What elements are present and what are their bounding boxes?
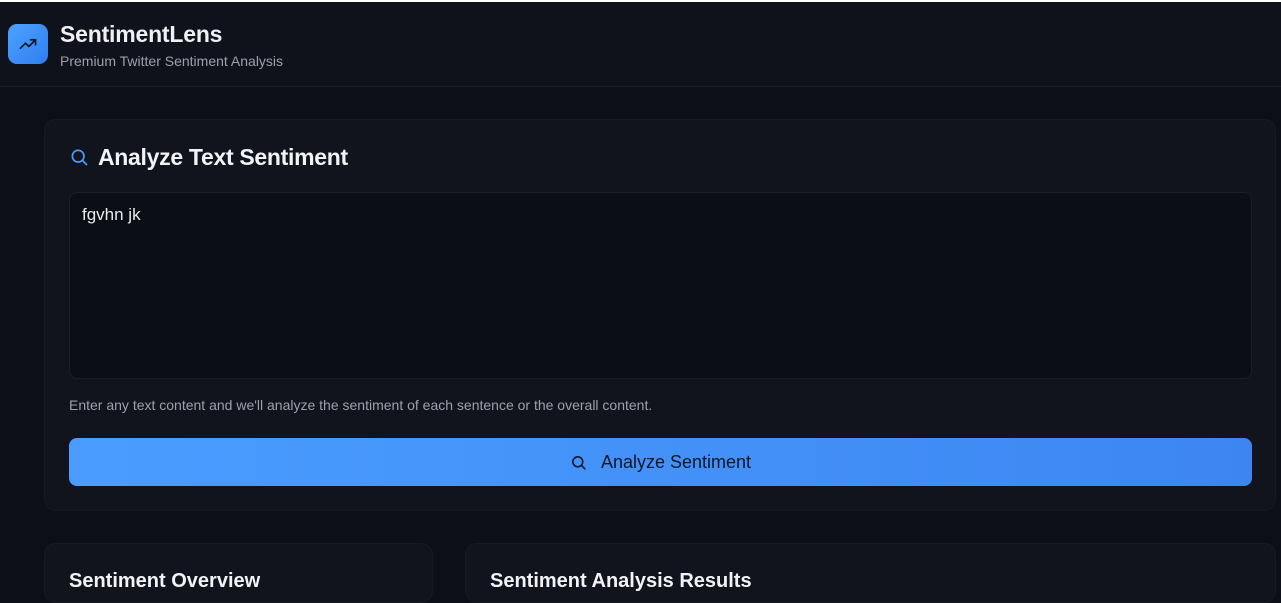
analyze-card-title: Analyze Text Sentiment: [98, 143, 348, 170]
analyze-card-header: Analyze Text Sentiment: [69, 144, 348, 170]
analyze-card: Analyze Text Sentiment Enter any text co…: [44, 119, 1276, 511]
analyze-button-label: Analyze Sentiment: [600, 451, 752, 472]
sentiment-overview-card: Sentiment Overview: [44, 543, 433, 603]
search-icon: [572, 455, 586, 470]
app-subtitle: Premium Twitter Sentiment Analysis: [60, 53, 284, 69]
search-icon: [71, 149, 88, 166]
sentiment-results-card: Sentiment Analysis Results: [465, 543, 1276, 603]
app-header: SentimentLens Premium Twitter Sentiment …: [0, 2, 1281, 87]
analyze-sentiment-button[interactable]: Analyze Sentiment: [69, 438, 1252, 486]
sentiment-text-input[interactable]: [69, 192, 1252, 379]
input-helper-text: Enter any text content and we'll analyze…: [69, 397, 653, 413]
app-title: SentimentLens: [60, 21, 223, 47]
trending-up-icon: [19, 39, 37, 50]
sentiment-results-title: Sentiment Analysis Results: [490, 570, 752, 592]
sentiment-overview-title: Sentiment Overview: [69, 570, 261, 592]
app-logo: [8, 24, 48, 64]
